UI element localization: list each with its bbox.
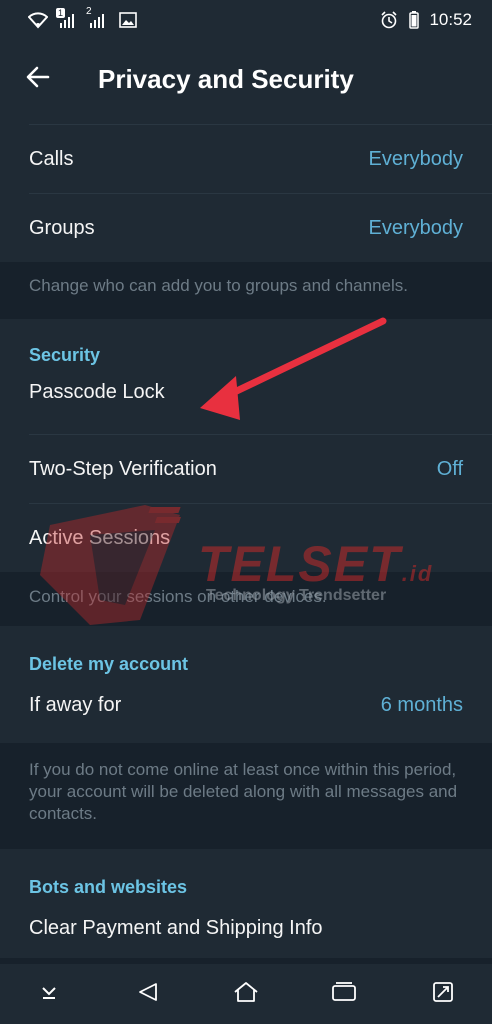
- hide-nav-button[interactable]: [29, 974, 69, 1014]
- clear-payment-row[interactable]: Clear Payment and Shipping Info: [0, 898, 492, 958]
- wifi-icon: [28, 10, 48, 30]
- recents-nav-button[interactable]: [324, 974, 364, 1014]
- back-nav-button[interactable]: [128, 974, 168, 1014]
- bots-header: Bots and websites: [29, 877, 188, 897]
- home-icon: [233, 981, 259, 1008]
- security-card: Security Passcode Lock Two-Step Verifica…: [0, 319, 492, 572]
- screenshot-nav-button[interactable]: [423, 974, 463, 1014]
- sim1-badge: 1: [56, 8, 66, 18]
- calls-label: Calls: [29, 147, 74, 170]
- signal-icon: 2: [86, 6, 108, 30]
- status-right: 10:52: [379, 10, 472, 30]
- calls-value: Everybody: [368, 147, 464, 170]
- alarm-icon: [379, 10, 399, 30]
- security-header: Security: [29, 345, 101, 365]
- active-sessions-row[interactable]: Active Sessions: [0, 504, 492, 572]
- status-left: 1 2: [28, 6, 138, 30]
- image-icon: [118, 10, 138, 30]
- signal-icon: 1: [56, 8, 78, 30]
- passcode-lock-row[interactable]: Passcode Lock: [0, 366, 492, 418]
- delete-account-card: Delete my account If away for 6 months: [0, 626, 492, 743]
- sessions-info-text: Control your sessions on other devices.: [0, 572, 492, 626]
- screenshot-icon: [432, 981, 454, 1008]
- bots-card: Bots and websites Clear Payment and Ship…: [0, 849, 492, 958]
- status-bar: 1 2 10:52: [0, 0, 492, 40]
- delete-account-info-text: If you do not come online at least once …: [0, 743, 492, 849]
- passcode-lock-label: Passcode Lock: [29, 380, 165, 403]
- two-step-label: Two-Step Verification: [29, 457, 217, 480]
- active-sessions-label: Active Sessions: [29, 526, 171, 549]
- clear-payment-label: Clear Payment and Shipping Info: [29, 916, 323, 939]
- back-triangle-icon: [137, 981, 159, 1008]
- navigation-bar: [0, 964, 492, 1024]
- two-step-value: Off: [436, 457, 463, 480]
- back-button[interactable]: [16, 57, 60, 101]
- arrow-left-icon: [26, 66, 50, 93]
- app-bar: Privacy and Security: [0, 40, 492, 118]
- if-away-for-value: 6 months: [380, 693, 463, 716]
- groups-row[interactable]: Groups Everybody: [0, 194, 492, 262]
- chevron-down-icon: [39, 984, 59, 1005]
- privacy-card: Calls Everybody Groups Everybody: [0, 118, 492, 262]
- two-step-verification-row[interactable]: Two-Step Verification Off: [0, 435, 492, 503]
- clock: 10:52: [429, 10, 472, 29]
- delete-account-header: Delete my account: [29, 654, 189, 674]
- home-nav-button[interactable]: [226, 974, 266, 1014]
- settings-list[interactable]: Calls Everybody Groups Everybody Change …: [0, 118, 492, 964]
- if-away-for-label: If away for: [29, 693, 122, 716]
- groups-value: Everybody: [368, 216, 464, 239]
- groups-info-text: Change who can add you to groups and cha…: [0, 262, 492, 319]
- sim2-label: 2: [86, 6, 92, 17]
- calls-row[interactable]: Calls Everybody: [0, 125, 492, 193]
- page-title: Privacy and Security: [98, 63, 354, 94]
- if-away-for-row[interactable]: If away for 6 months: [0, 675, 492, 735]
- groups-label: Groups: [29, 216, 95, 239]
- recents-icon: [331, 981, 357, 1008]
- battery-icon: [409, 10, 420, 30]
